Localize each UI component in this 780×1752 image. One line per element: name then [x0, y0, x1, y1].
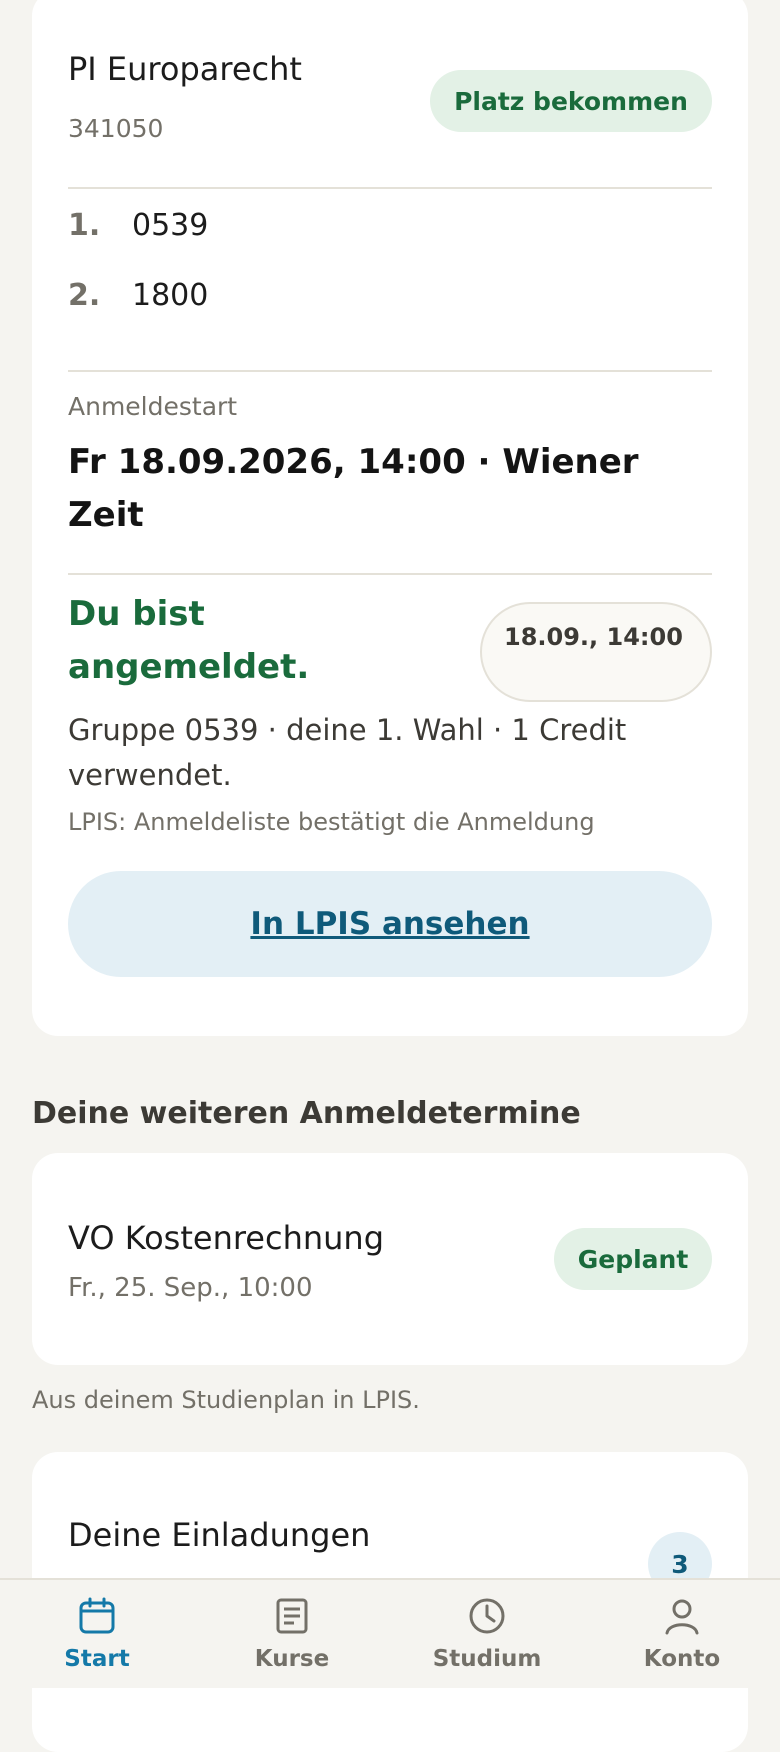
- nav-label: Konto: [643, 1646, 721, 1672]
- nav-label: Kurse: [254, 1646, 330, 1672]
- group-number: 0539: [132, 208, 209, 243]
- registration-status: Du bist angemeldet.: [68, 594, 310, 687]
- divider: [68, 573, 712, 575]
- status-badge: Geplant: [554, 1228, 712, 1290]
- divider: [68, 187, 712, 189]
- nav-label: Studium: [432, 1646, 542, 1672]
- view-in-lpis-button[interactable]: In LPIS ansehen: [68, 871, 712, 977]
- nav-item-start[interactable]: Start: [17, 1580, 177, 1688]
- status-badge: Platz bekommen: [430, 70, 712, 132]
- nav-item-studium[interactable]: Studium: [407, 1580, 567, 1688]
- clock-icon: [469, 1598, 505, 1634]
- nav-label: Start: [64, 1646, 130, 1672]
- group-choice-1: 1. 0539: [68, 208, 712, 243]
- calendar-icon: [79, 1597, 115, 1634]
- lpis-note: LPIS: Anmeldeliste bestätigt die Anmeldu…: [68, 808, 595, 836]
- course-card: PI Europarecht 341050 Platz bekommen 1. …: [32, 0, 748, 1036]
- registration-start-label: Anmeldestart: [68, 392, 238, 421]
- studienplan-note: Aus deinem Studienplan in LPIS.: [32, 1386, 420, 1414]
- document-icon: [276, 1598, 308, 1634]
- divider: [68, 370, 712, 372]
- bottom-nav: Start Kurse Studium Konto: [0, 1578, 780, 1688]
- nav-item-konto[interactable]: Konto: [602, 1580, 762, 1688]
- registration-start-value: Fr 18.09.2026, 14:00 · Wiener Zeit: [68, 442, 639, 535]
- group-rank: 2.: [68, 278, 101, 313]
- group-choice-2: 2. 1800: [68, 278, 712, 313]
- appointment-card[interactable]: VO Kostenrechnung Fr., 25. Sep., 10:00 G…: [32, 1153, 748, 1365]
- registration-detail: Gruppe 0539 · deine 1. Wahl · 1 Credit v…: [68, 713, 627, 792]
- invitations-title: Deine Einladungen: [68, 1516, 371, 1554]
- group-number: 1800: [132, 278, 209, 313]
- user-icon: [665, 1599, 699, 1635]
- registration-date-chip: 18.09., 14:00: [480, 602, 712, 702]
- nav-item-kurse[interactable]: Kurse: [212, 1580, 372, 1688]
- section-heading: Deine weiteren Anmeldetermine: [32, 1096, 581, 1131]
- group-rank: 1.: [68, 208, 101, 243]
